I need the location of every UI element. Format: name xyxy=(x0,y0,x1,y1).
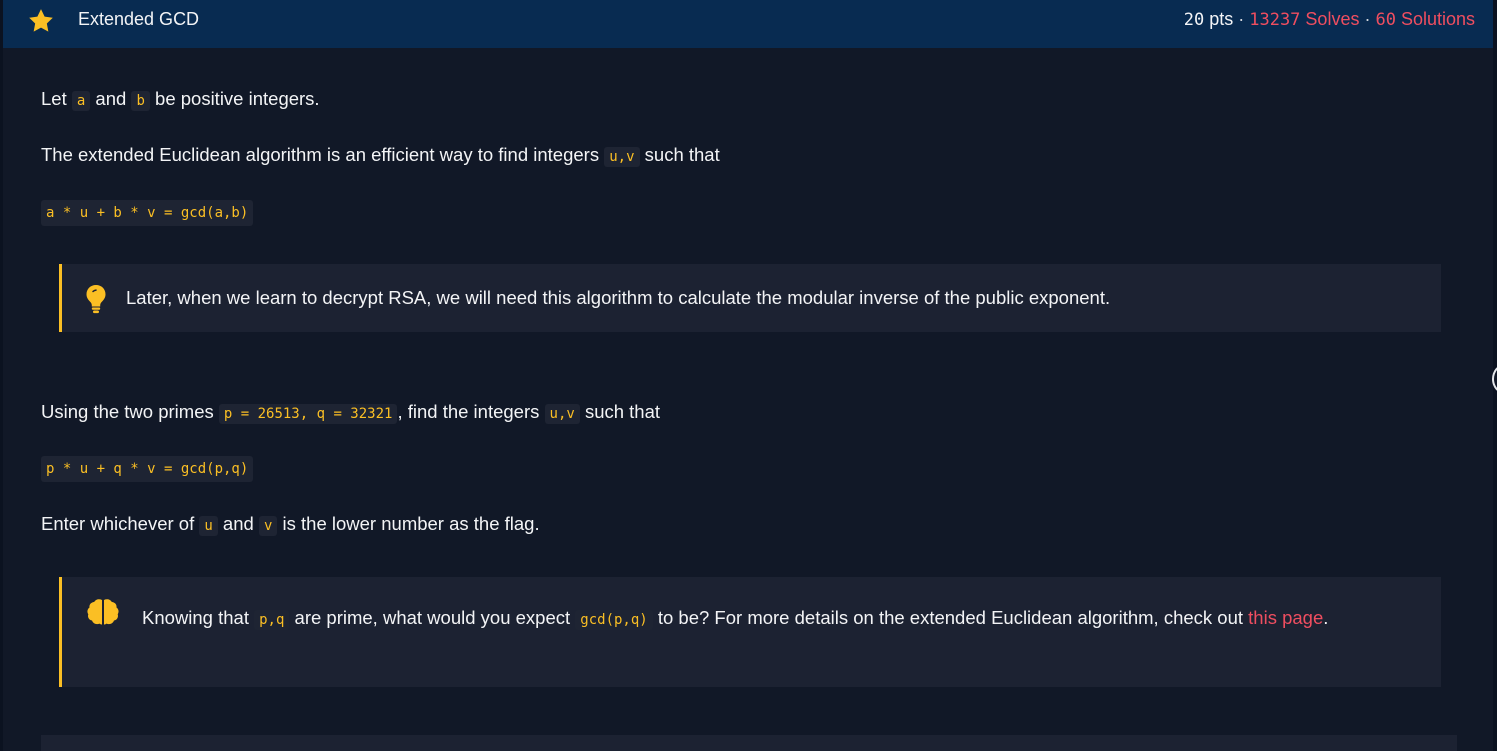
paragraph-algorithm: The extended Euclidean algorithm is an e… xyxy=(41,144,720,167)
separator: · xyxy=(1238,9,1245,29)
challenge-header[interactable]: Extended GCD 20 pts · 13237 Solves · 60 Solu… xyxy=(3,0,1493,48)
code-block-equation-pq: p * u + q * v = gcd(p,q) xyxy=(41,456,254,482)
code-gcd: gcd(p,q) xyxy=(575,610,653,630)
solves-label[interactable]: Solves xyxy=(1300,9,1359,29)
challenge-stats: 20 pts · 13237 Solves · 60 Solutions xyxy=(1184,9,1475,30)
solutions-count[interactable]: 60 xyxy=(1375,10,1395,30)
info-callout: Knowing that p,q are prime, what would y… xyxy=(59,577,1441,687)
code-pq: p,q xyxy=(254,610,290,630)
this-page-link[interactable]: this xyxy=(1248,607,1277,628)
paragraph-intro: Let a and b be positive integers. xyxy=(41,88,320,111)
points-unit: pts xyxy=(1204,9,1234,29)
left-border xyxy=(0,0,3,751)
code-uv: u,v xyxy=(604,147,640,167)
lightbulb-icon xyxy=(86,285,106,314)
separator: · xyxy=(1364,9,1371,29)
solutions-label[interactable]: Solutions xyxy=(1396,9,1475,29)
paragraph-flag: Enter whichever of u and v is the lower … xyxy=(41,513,540,536)
code-v: v xyxy=(258,516,278,536)
points-value: 20 xyxy=(1183,10,1205,30)
code-block-equation: a * u + b * v = gcd(a,b) xyxy=(41,200,254,226)
this-page-link[interactable]: page xyxy=(1282,607,1323,628)
code-a: a xyxy=(71,91,91,111)
info-text: Knowing that p,q are prime, what would y… xyxy=(142,607,1329,630)
solves-count[interactable]: 13237 xyxy=(1249,10,1300,30)
code-primes: p = 26513, q = 32321 xyxy=(218,404,398,424)
next-section xyxy=(41,735,1457,751)
hint-callout: Later, when we learn to decrypt RSA, we … xyxy=(59,264,1441,332)
paragraph-primes: Using the two primes p = 26513, q = 3232… xyxy=(41,401,661,424)
code-u: u xyxy=(199,516,218,536)
code-uv: u,v xyxy=(544,404,580,424)
star-icon[interactable] xyxy=(27,7,55,35)
code-b: b xyxy=(131,91,150,111)
challenge-title: Extended GCD xyxy=(78,9,200,29)
hint-text: Later, when we learn to decrypt RSA, we … xyxy=(126,287,1111,308)
